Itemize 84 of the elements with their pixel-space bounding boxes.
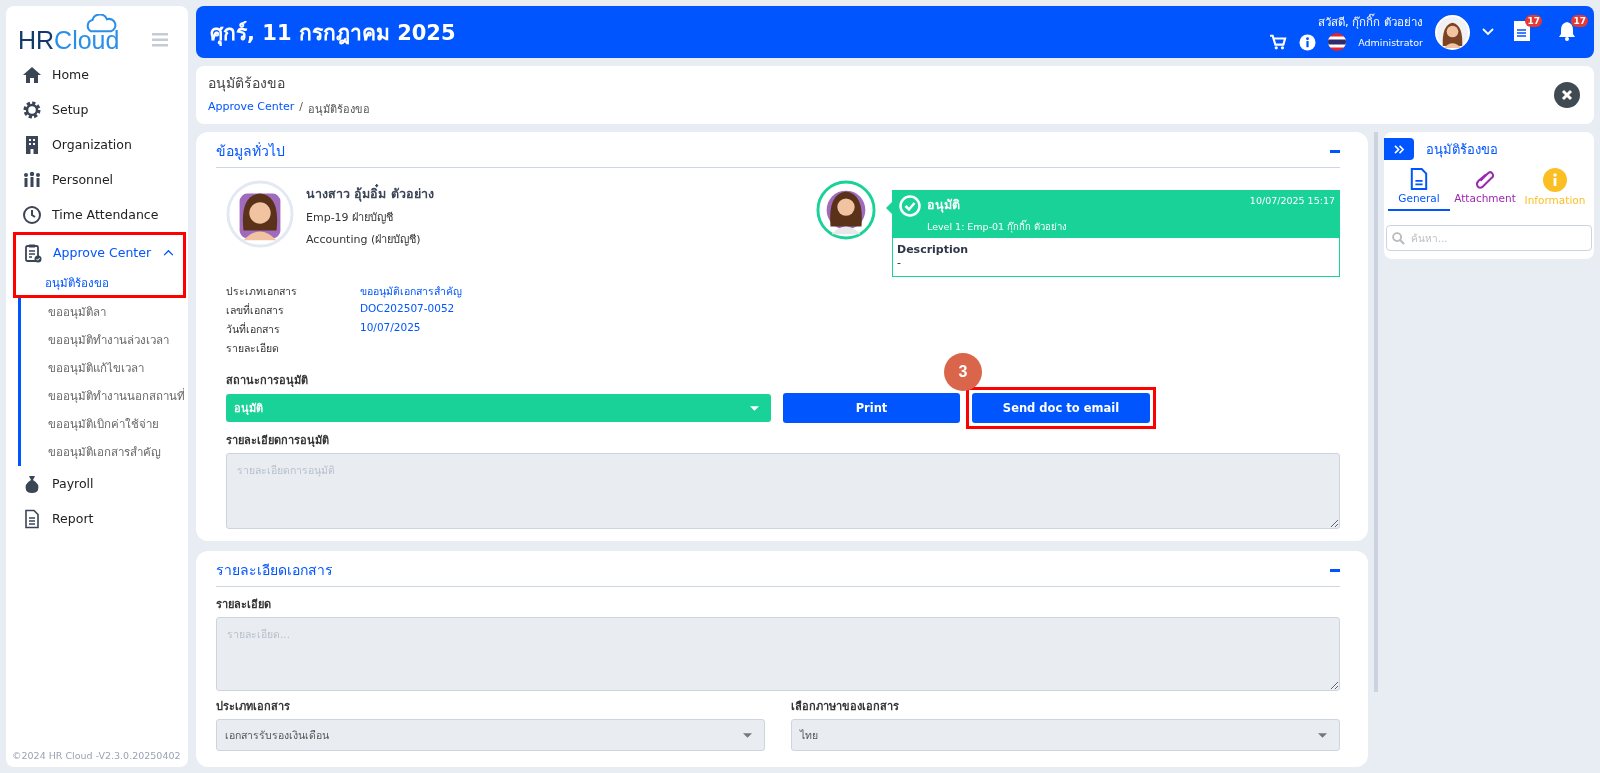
submenu-item[interactable]: ขออนุมัติเบิกค่าใช้จ่าย	[21, 410, 188, 438]
action-button[interactable]: Send doc to email	[972, 393, 1150, 423]
avatar	[816, 180, 876, 240]
panel-title: อนุมัติร้องขอ	[1426, 140, 1498, 160]
cart-icon[interactable]	[1269, 34, 1288, 50]
field-label: วันที่เอกสาร	[226, 321, 281, 337]
breadcrumb-link[interactable]: Approve Center	[208, 100, 295, 118]
collapse-icon[interactable]	[1330, 149, 1340, 153]
menu-item[interactable]: Time Attendance	[6, 197, 188, 232]
gear-icon	[22, 99, 42, 120]
submenu-item[interactable]: อนุมัติร้องขอ	[13, 270, 186, 296]
menu-item[interactable]: Organization	[6, 127, 188, 162]
chevron-down-icon[interactable]	[1482, 28, 1494, 36]
clock-icon	[22, 204, 42, 225]
close-icon[interactable]	[1554, 82, 1580, 108]
home-icon	[22, 64, 42, 85]
caret-icon	[1318, 732, 1327, 738]
copyright-text: ©2024 HR Cloud -V2.3.0.20250402	[12, 750, 181, 761]
menu-item[interactable]: Payroll	[6, 466, 188, 501]
employee-code: Emp-19 ฝ่ายบัญชี	[306, 210, 395, 226]
search-field[interactable]: ค้นหา...	[1386, 225, 1592, 251]
expand-button[interactable]	[1384, 138, 1414, 160]
role-text: Administrator	[1358, 36, 1423, 48]
double-chevron-icon	[1393, 144, 1405, 154]
bell-icon[interactable]	[1558, 20, 1576, 41]
report-icon	[22, 508, 42, 529]
action-button[interactable]: Print	[783, 393, 960, 423]
greeting-text: สวัสดี, กุ๊กกิ๊ก ตัวอย่าง	[1318, 13, 1423, 31]
field-label: รายละเอียดการอนุมัติ	[226, 433, 330, 449]
caret-icon	[750, 405, 759, 411]
page-title: อนุมัติร้องขอ	[208, 74, 286, 94]
count-badge: 17	[1525, 14, 1542, 27]
section-title: ข้อมูลทั่วไป	[216, 141, 285, 162]
document-icon	[1410, 168, 1428, 190]
check-circle-icon	[899, 195, 921, 217]
field-value: 10/07/2025	[360, 321, 422, 335]
field-label: รายละเอียด	[226, 341, 280, 356]
avatar[interactable]	[1435, 14, 1470, 50]
submenu-item[interactable]: ขออนุมัติทำงานล่วงเวลา	[21, 326, 188, 354]
step-badge: 3	[944, 353, 982, 391]
search-icon	[1392, 232, 1405, 245]
document-type-dropdown[interactable]: เอกสารรับรองเงินเดือน	[216, 719, 765, 751]
panel-tab[interactable]: Attachment	[1450, 168, 1520, 211]
description-label: Description	[897, 243, 970, 256]
document-icon[interactable]	[1514, 20, 1530, 41]
menu-item[interactable]: Report	[6, 501, 188, 536]
menu-item[interactable]: Approve Center	[13, 235, 186, 270]
avatar	[226, 180, 294, 248]
field-label: ประเภทเอกสาร	[216, 699, 291, 715]
clipboard-icon	[23, 242, 43, 263]
field-value: ขออนุมัติเอกสารสำคัญ	[360, 284, 462, 300]
submenu-item[interactable]: ขออนุมัติแก้ไขเวลา	[21, 354, 188, 382]
count-badge: 17	[1571, 14, 1588, 27]
field-label: รายละเอียด	[216, 597, 272, 613]
info-icon	[1543, 168, 1567, 192]
description-text: -	[897, 256, 902, 269]
field-label: ประเภทเอกสาร	[226, 284, 298, 299]
language-dropdown[interactable]: ไทย	[791, 719, 1340, 751]
people-icon	[22, 169, 42, 190]
menu-item[interactable]: Home	[6, 57, 188, 92]
menu-item[interactable]: Personnel	[6, 162, 188, 197]
employee-name: นางสาว อุ้มอิ๋ม ตัวอย่าง	[306, 184, 434, 204]
approval-level: Level 1: Emp-01 กุ๊กกิ๊ก ตัวอย่าง	[927, 219, 1069, 234]
field-label: เลขที่เอกสาร	[226, 302, 285, 318]
paperclip-icon	[1474, 168, 1496, 190]
approval-status: อนุมัติ	[927, 196, 961, 215]
breadcrumb-current: อนุมัติร้องขอ	[308, 102, 371, 118]
panel-tab[interactable]: General	[1388, 168, 1450, 211]
breadcrumb-separator: /	[299, 100, 304, 115]
date-title: ศุกร์, 11 กรกฎาคม 2025	[210, 19, 456, 48]
section-title: รายละเอียดเอกสาร	[216, 561, 333, 580]
menu-item[interactable]: Setup	[6, 92, 188, 127]
field-label: เลือกภาษาของเอกสาร	[791, 699, 900, 715]
submenu-item[interactable]: ขออนุมัติเอกสารสำคัญ	[21, 438, 188, 466]
collapse-icon[interactable]	[1330, 568, 1340, 572]
caret-icon	[743, 732, 752, 738]
approval-datetime: 10/07/2025 15:17	[1249, 195, 1335, 206]
flag-icon[interactable]	[1328, 33, 1347, 51]
submenu-item[interactable]: ขออนุมัติทำงานนอกสถานที่	[21, 382, 188, 410]
employee-department: Accounting (ฝ่ายบัญชี)	[306, 232, 422, 248]
info-icon[interactable]	[1299, 33, 1317, 51]
field-value: DOC202507-0052	[360, 302, 456, 316]
submenu-item[interactable]: ขออนุมัติลา	[21, 298, 188, 326]
logo: HRCloud	[18, 16, 120, 53]
